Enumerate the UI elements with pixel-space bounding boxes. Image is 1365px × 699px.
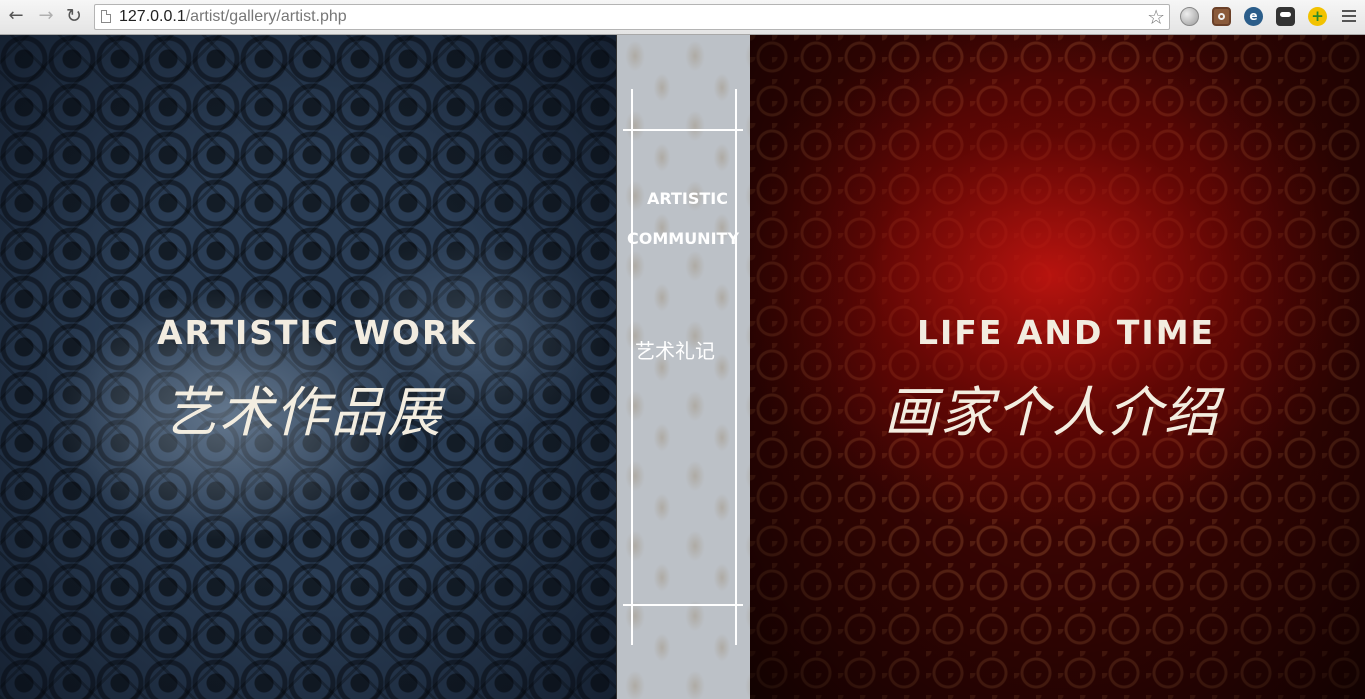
browser-toolbar: ← → ↻ 127.0.0.1/artist/gallery/artist.ph… — [0, 0, 1365, 35]
community-cn-title: 艺术礼记 — [635, 339, 715, 363]
address-bar[interactable]: 127.0.0.1/artist/gallery/artist.php ☆ — [94, 4, 1170, 30]
frame-rail-bottom — [623, 604, 743, 606]
globe-extension-icon[interactable] — [1180, 7, 1199, 26]
reload-icon[interactable]: ↻ — [62, 4, 86, 28]
page-icon — [101, 10, 111, 23]
camera-extension-icon[interactable] — [1212, 7, 1231, 26]
life-and-time-cn-title: 画家个人介绍 — [884, 381, 1220, 444]
frame-rail-left — [631, 89, 633, 645]
frame-rail-right — [735, 89, 737, 645]
star-icon[interactable]: ☆ — [1147, 5, 1165, 29]
frame-rail-top — [623, 129, 743, 131]
life-and-time-title: LIFE AND TIME — [917, 313, 1216, 352]
artistic-work-title: ARTISTIC WORK — [157, 313, 477, 352]
url-path: /artist/gallery/artist.php — [185, 8, 347, 25]
hamburger-menu-icon[interactable] — [1342, 10, 1356, 25]
ghost-extension-icon[interactable] — [1276, 7, 1295, 26]
forward-arrow-icon[interactable]: → — [34, 4, 58, 28]
community-label: COMMUNITY — [627, 229, 740, 248]
url-host: 127.0.0.1 — [119, 8, 186, 25]
plus-extension-icon[interactable]: + — [1308, 7, 1327, 26]
artistic-work-panel[interactable]: ARTISTIC WORK 艺术作品展 — [0, 35, 616, 699]
artistic-label: ARTISTIC — [647, 189, 728, 208]
life-and-time-panel[interactable]: LIFE AND TIME 画家个人介绍 — [750, 35, 1365, 699]
artistic-work-cn-title: 艺术作品展 — [163, 381, 443, 444]
back-arrow-icon[interactable]: ← — [4, 4, 28, 28]
url-text[interactable]: 127.0.0.1/artist/gallery/artist.php — [119, 8, 347, 26]
artistic-community-panel[interactable]: ARTISTIC COMMUNITY 艺术礼记 — [616, 35, 750, 699]
e-extension-icon[interactable]: e — [1244, 7, 1263, 26]
